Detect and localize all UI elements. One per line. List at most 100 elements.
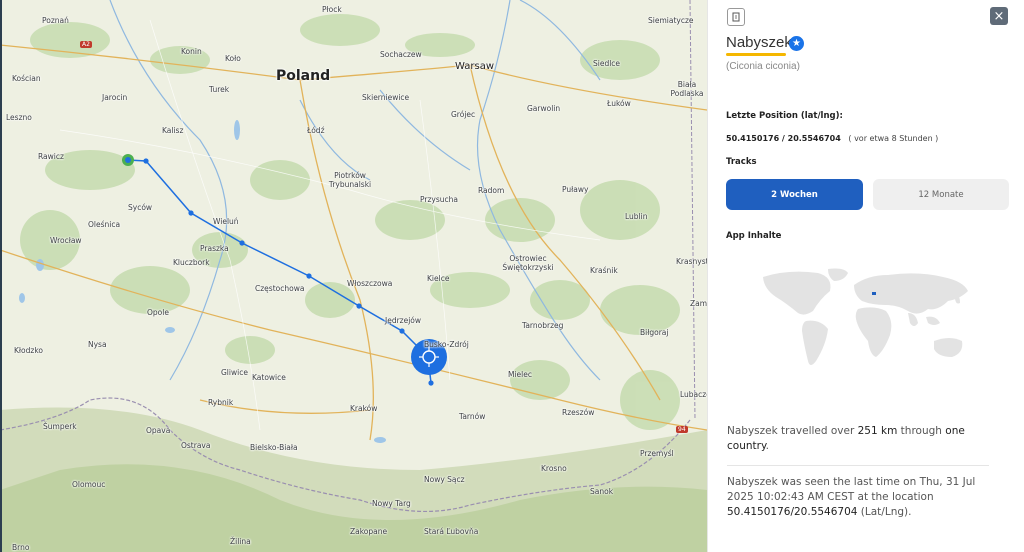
seen-text-end: (Lat/Lng). [857, 506, 912, 518]
tracks-label: Tracks [726, 157, 757, 167]
bird-name: Nabyszek [726, 34, 792, 51]
city-label: Biłgoraj [640, 328, 669, 337]
latin-name: (Ciconia ciconia) [726, 61, 800, 72]
visited-country-marker [872, 292, 876, 295]
last-seen-summary: Nabyszek was seen the last time on Thu, … [727, 475, 997, 520]
seen-location: 50.4150176/20.5546704 [727, 506, 858, 518]
city-label: Skierniewice [362, 93, 410, 102]
city-label: Włoszczowa [347, 279, 393, 288]
city-label: Lublin [625, 212, 648, 221]
city-label: Biała Podlaska [670, 80, 704, 98]
travel-distance: 251 km [857, 425, 898, 437]
city-label: Wrocław [50, 236, 82, 245]
city-label: Olomouc [72, 480, 106, 489]
city-label: Nowy Targ [372, 499, 411, 508]
city-label: Poznań [42, 16, 69, 25]
seen-text-before: Nabyszek was seen the last time on Thu, … [727, 476, 976, 503]
city-label: Kielce [427, 274, 450, 283]
road-shield: A2 [80, 41, 92, 48]
city-label: Leszno [6, 113, 32, 122]
city-label: Opava [146, 426, 171, 435]
city-label: Opole [147, 308, 169, 317]
tab-12-months[interactable]: 12 Monate [873, 179, 1009, 210]
bird-detail-panel: × Nabyszek ★ (Ciconia ciconia) Letzte Po… [707, 0, 1024, 552]
city-label: Mielec [508, 370, 532, 379]
last-position-ago: ( vor etwa 8 Stunden ) [848, 134, 939, 143]
travel-text-middle: through [897, 425, 946, 437]
city-label: Kluczbork [173, 258, 210, 267]
travel-text-end: . [765, 440, 770, 452]
travel-text-before: Nabyszek travelled over [727, 425, 858, 437]
city-label: Sochaczew [380, 50, 422, 59]
city-label: Jarocin [102, 93, 128, 102]
last-position-value: 50.4150176 / 20.5546704 [726, 134, 841, 143]
road-shield: 94 [676, 426, 688, 433]
divider [727, 465, 989, 466]
city-label: Rybnik [208, 398, 234, 407]
city-label: Piotrków Trybunalski [328, 171, 372, 189]
travel-summary: Nabyszek travelled over 251 km through o… [727, 424, 997, 454]
city-label: Katowice [252, 373, 286, 382]
city-label: Rawicz [38, 152, 64, 161]
city-label: Kłodzko [14, 346, 44, 355]
city-label: Krosno [541, 464, 567, 473]
city-label: Przemyśl [640, 449, 674, 458]
city-label: Sanok [590, 487, 614, 496]
city-label: Częstochowa [255, 284, 305, 293]
city-label: Radom [478, 186, 505, 195]
city-label: Grójec [451, 110, 476, 119]
country-label: Poland [276, 68, 331, 84]
city-label: Łódź [307, 126, 325, 135]
city-label: Busko-Zdrój [424, 340, 469, 349]
city-label: Łuków [607, 99, 631, 108]
city-label: Przysucha [420, 195, 458, 204]
city-label: Stará Ľubovňa [424, 527, 479, 536]
star-icon[interactable]: ★ [789, 36, 804, 51]
world-map [763, 268, 968, 365]
last-position-label: Letzte Position (lat/lng): [726, 111, 843, 121]
city-label: Siemiatycze [648, 16, 694, 25]
city-label: Ostrowiec Świętokrzyski [502, 254, 554, 272]
map-view[interactable]: A2 94 Poland Poznań Konin Koło Sochaczew War… [0, 0, 707, 552]
city-label: Lubaczów [680, 390, 707, 399]
city-label: Koło [225, 54, 241, 63]
city-label: Płock [322, 5, 342, 14]
city-label: Siedlce [593, 59, 621, 68]
city-label: Garwolin [527, 104, 561, 113]
name-underline [726, 53, 786, 56]
city-label: Konin [181, 47, 202, 56]
city-label: Wieluń [213, 217, 239, 226]
copy-icon[interactable] [727, 8, 745, 26]
city-label: Kościan [12, 74, 41, 83]
city-label: Jędrzejów [385, 316, 422, 325]
app-content-label: App Inhalte [726, 231, 782, 241]
city-label: Rzeszów [562, 408, 595, 417]
city-label: Nowy Sącz [424, 475, 465, 484]
city-label: Krasnystaw [676, 257, 707, 266]
tab-2-weeks[interactable]: 2 Wochen [726, 179, 863, 210]
city-label: Gliwice [221, 368, 248, 377]
city-label: Ostrava [181, 441, 211, 450]
last-position: 50.4150176 / 20.5546704 ( vor etwa 8 Stu… [726, 134, 938, 143]
city-label: Puławy [562, 185, 589, 194]
city-label: Zakopane [350, 527, 388, 536]
close-icon[interactable]: × [990, 7, 1008, 25]
city-label: Brno [12, 543, 30, 552]
city-label: Syców [128, 203, 153, 212]
city-label: Warsaw [455, 61, 495, 72]
city-label: Tarnobrzeg [522, 321, 564, 330]
city-label: Turek [209, 85, 230, 94]
city-label: Kalisz [162, 126, 184, 135]
city-label: Praszka [200, 244, 229, 253]
city-label: Kraśnik [590, 266, 618, 275]
city-label: Nysa [88, 340, 107, 349]
city-label: Zamość [690, 299, 707, 308]
map-left-edge [0, 0, 2, 552]
map-background [0, 0, 707, 552]
city-label: Tarnów [459, 412, 486, 421]
city-label: Šumperk [43, 422, 77, 431]
city-label: Oleśnica [88, 220, 121, 229]
city-label: Bielsko-Biała [250, 443, 298, 452]
city-label: Kraków [350, 404, 378, 413]
city-label: Žilina [230, 537, 251, 546]
